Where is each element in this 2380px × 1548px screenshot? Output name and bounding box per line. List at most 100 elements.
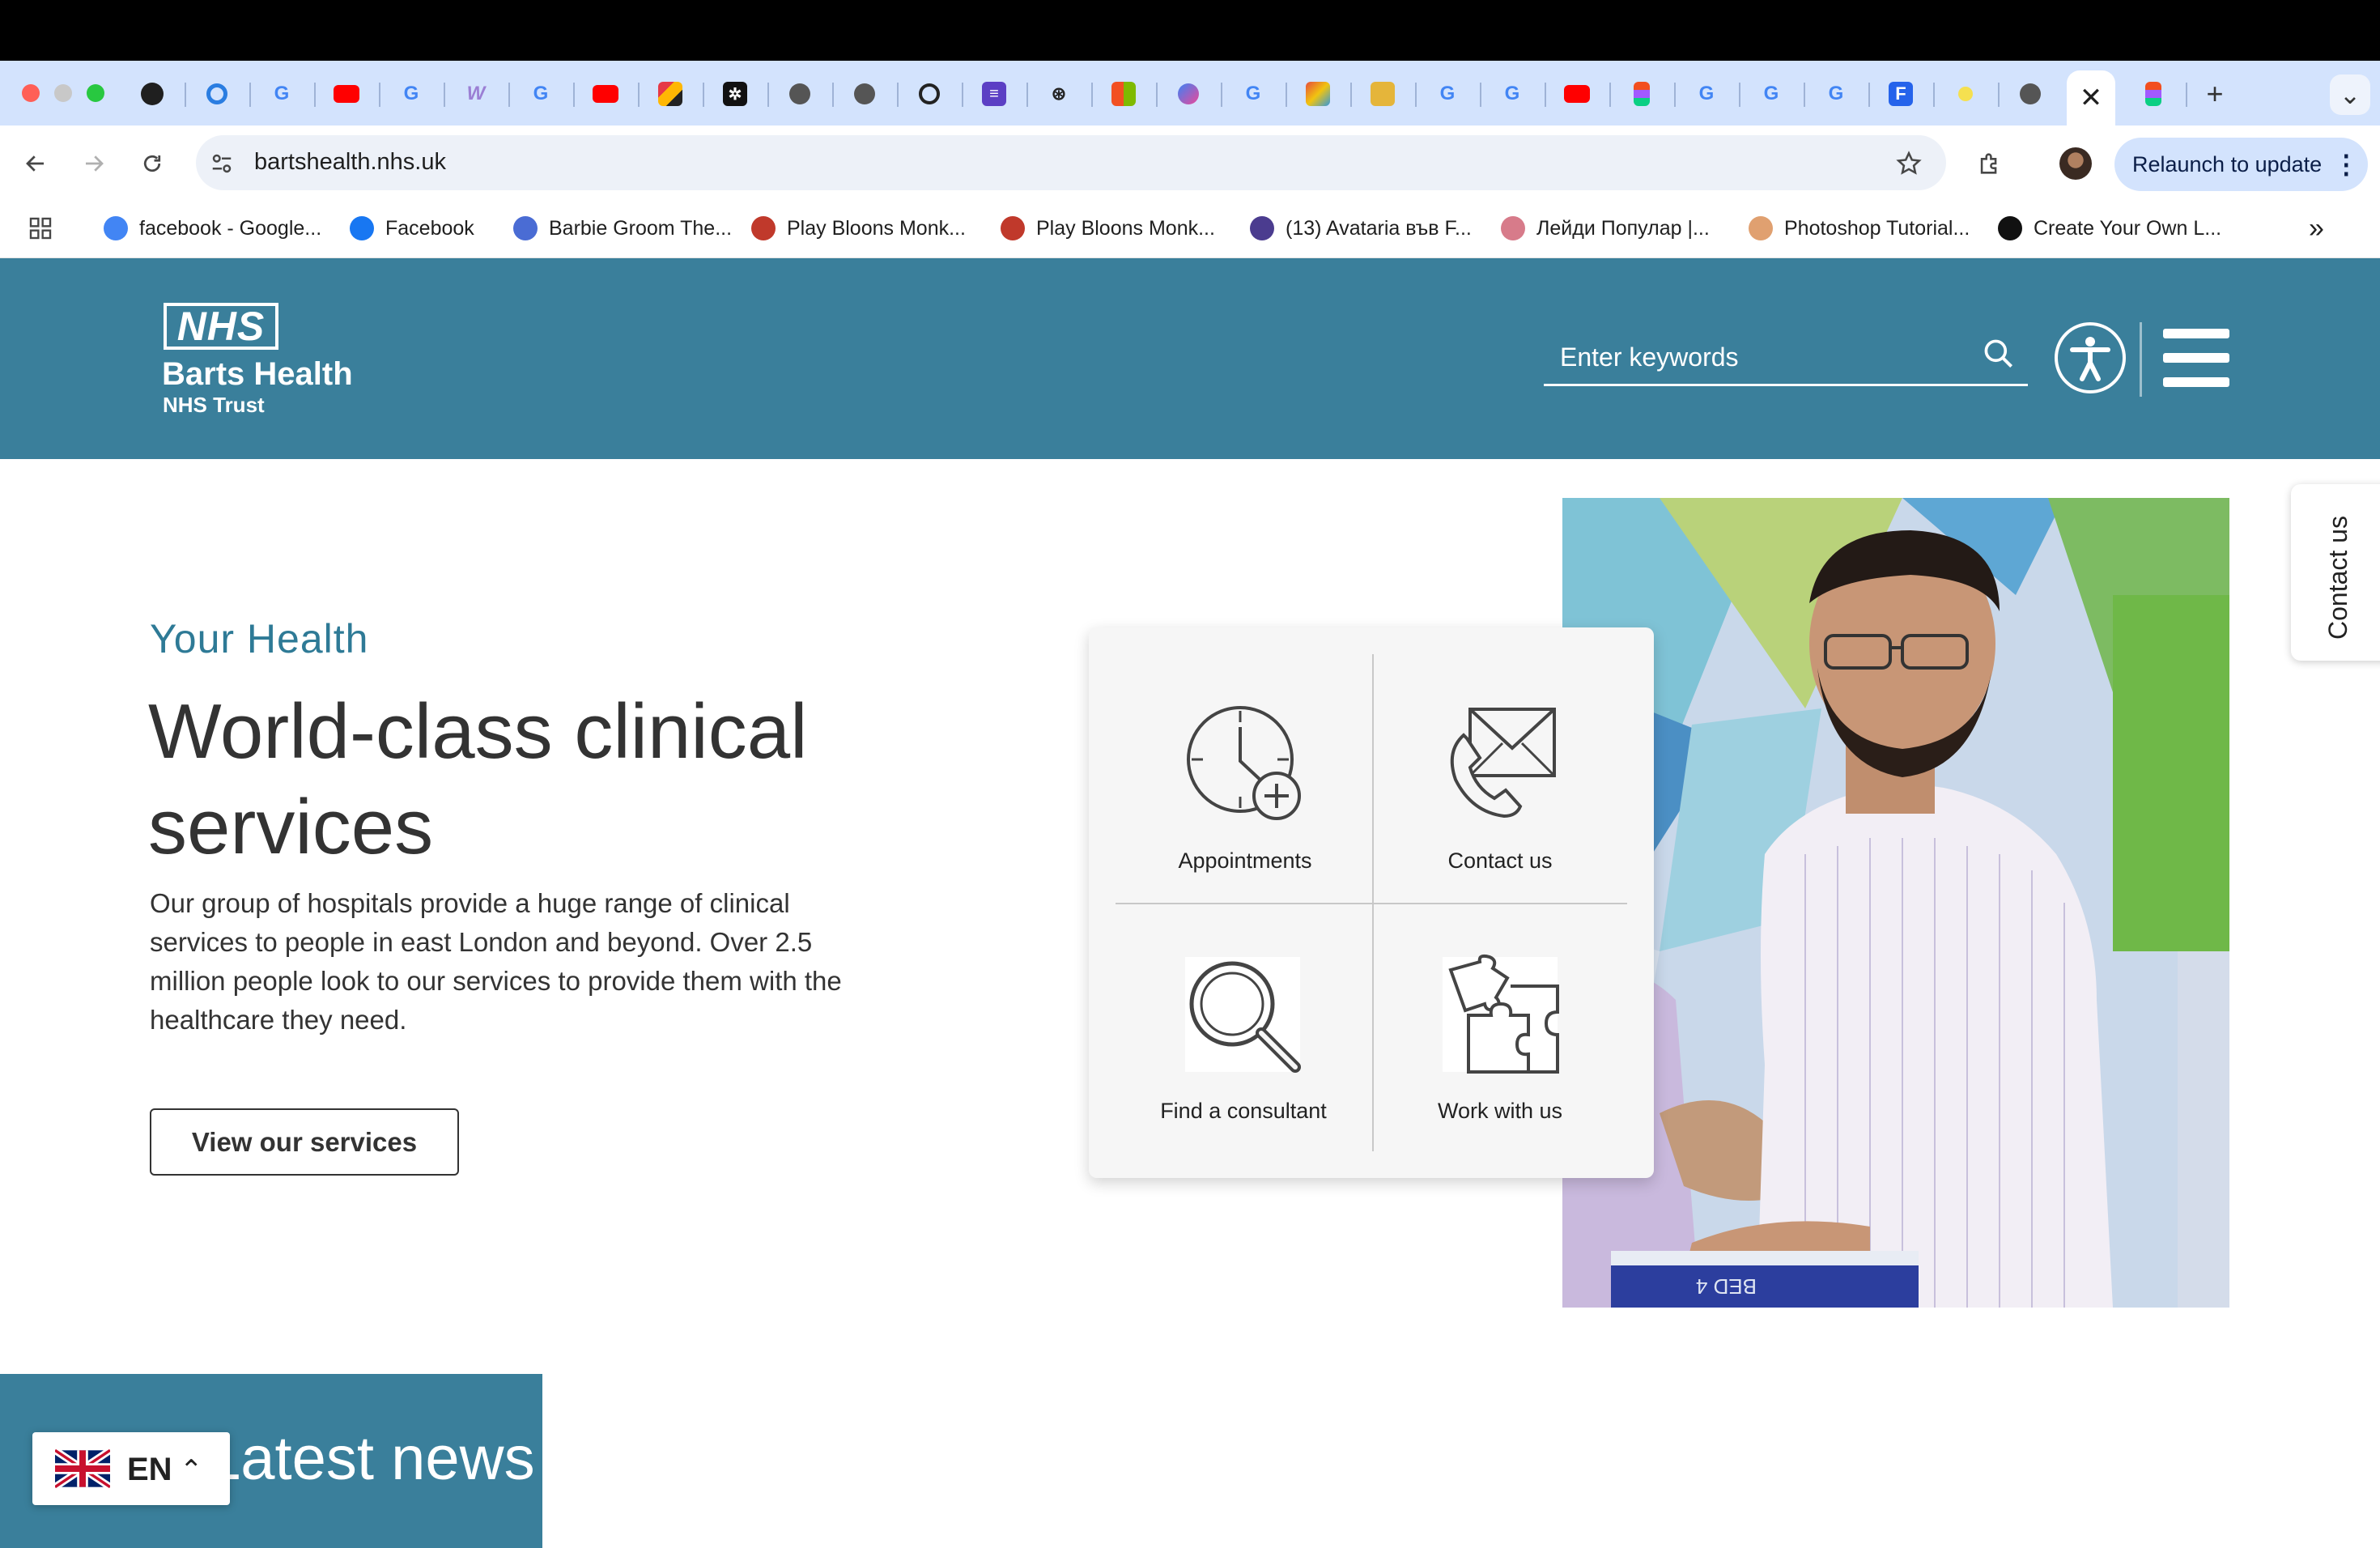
tab-globe[interactable] <box>848 78 881 110</box>
tab-separator <box>1480 83 1481 107</box>
bookmark-star-button[interactable] <box>1891 146 1927 181</box>
tab-cube[interactable] <box>1302 78 1334 110</box>
contact-us-side-tab-label[interactable]: Contact us <box>2323 516 2353 640</box>
tab-figma[interactable] <box>1626 78 1658 110</box>
bookmarks-overflow-button[interactable]: » <box>2309 213 2324 244</box>
address-text[interactable]: bartshealth.nhs.uk <box>254 149 446 176</box>
bookmark-item[interactable]: Лейди Популар |... <box>1501 214 1710 243</box>
header-divider <box>2140 322 2142 397</box>
close-window-button[interactable] <box>22 84 40 102</box>
tab-youtube[interactable] <box>1561 78 1593 110</box>
tab-microsoft[interactable] <box>1107 78 1140 110</box>
tab-youtube[interactable] <box>330 78 363 110</box>
puzzle-icon[interactable] <box>1439 954 1561 1075</box>
search-input[interactable] <box>1560 334 1965 380</box>
close-icon: ✕ <box>2079 83 2103 113</box>
zoom-window-button[interactable] <box>87 84 104 102</box>
tab-c[interactable] <box>201 78 233 110</box>
tab-google[interactable]: G <box>1431 78 1464 110</box>
tab-separator <box>767 83 769 107</box>
bookmark-item[interactable]: Create Your Own L... <box>1998 214 2221 243</box>
tab-google[interactable]: G <box>266 78 298 110</box>
bookmark-label: Лейди Популар |... <box>1536 216 1710 240</box>
tab-google[interactable]: G <box>1755 78 1787 110</box>
address-bar[interactable] <box>196 135 1946 190</box>
quick-link-work-with-us[interactable]: Work with us <box>1379 1099 1621 1124</box>
bookmark-item[interactable]: Play Bloons Monk... <box>1001 214 1215 243</box>
copilot-icon <box>1178 83 1199 104</box>
view-services-button[interactable]: View our services <box>150 1108 459 1176</box>
tab-google[interactable]: G <box>1237 78 1269 110</box>
tab-search-button[interactable]: ⌄ <box>2330 74 2370 115</box>
quick-link-find-consultant[interactable]: Find a consultant <box>1122 1099 1365 1124</box>
tab-globe[interactable] <box>784 78 816 110</box>
tab-globe[interactable] <box>2014 78 2046 110</box>
tab-figma[interactable] <box>2137 78 2170 110</box>
bookmark-item[interactable]: facebook - Google... <box>104 214 321 243</box>
tab-google[interactable]: G <box>1496 78 1528 110</box>
bookmark-item[interactable]: (13) Avataria във F... <box>1250 214 1472 243</box>
quick-link-appointments[interactable]: Appointments <box>1124 848 1366 874</box>
active-tab-close-button[interactable]: ✕ <box>2067 70 2115 125</box>
tab-openai[interactable] <box>913 78 946 110</box>
nhs-logo[interactable]: NHS <box>164 303 278 350</box>
doctor-photo-illustration: BED 4 <box>1562 498 2229 1308</box>
tab-google[interactable]: G <box>1690 78 1723 110</box>
relaunch-button[interactable]: Relaunch to update ⋮ <box>2114 138 2368 191</box>
tab-separator <box>1933 83 1935 107</box>
hamburger-line <box>2163 353 2229 363</box>
tab-dark-app[interactable]: ✲ <box>719 78 751 110</box>
tab-google[interactable]: G <box>395 78 427 110</box>
github-icon <box>141 83 164 105</box>
tab-separator <box>1221 83 1222 107</box>
quick-link-contact-us[interactable]: Contact us <box>1379 848 1621 874</box>
profile-avatar[interactable] <box>2058 146 2093 181</box>
tab-separator <box>1804 83 1805 107</box>
new-tab-button[interactable]: + <box>2199 77 2231 110</box>
tab-list[interactable]: ≡ <box>978 78 1010 110</box>
logo-org-name[interactable]: Barts Health <box>162 356 353 393</box>
tab-colorful[interactable] <box>654 78 686 110</box>
tab-google[interactable]: G <box>1820 78 1852 110</box>
forward-button[interactable] <box>76 146 112 181</box>
magnifier-icon[interactable] <box>1182 954 1303 1075</box>
phone-envelope-icon[interactable] <box>1439 703 1561 824</box>
arrow-left-icon <box>26 155 44 172</box>
minimize-window-button[interactable] <box>54 84 72 102</box>
avataria-icon <box>1250 216 1274 240</box>
site-info-button[interactable] <box>204 146 240 181</box>
uk-flag-icon <box>55 1448 110 1489</box>
bookmark-label: Play Bloons Monk... <box>787 216 966 240</box>
bookmark-item[interactable]: Photoshop Tutorial... <box>1749 214 1970 243</box>
tab-w[interactable]: W <box>460 78 492 110</box>
extensions-button[interactable] <box>1972 146 2008 181</box>
tab-circle[interactable]: ⊛ <box>1043 78 1075 110</box>
logo-trust-name[interactable]: NHS Trust <box>163 393 265 418</box>
tab-youtube[interactable] <box>589 78 622 110</box>
plus-icon: + <box>2206 77 2224 110</box>
google-icon: G <box>403 83 419 104</box>
bookmark-item[interactable]: Facebook <box>350 214 474 243</box>
clock-plus-icon[interactable] <box>1184 703 1305 824</box>
google-icon: G <box>1504 83 1520 104</box>
tab-scholar[interactable] <box>1366 78 1399 110</box>
tab-google[interactable]: G <box>525 78 557 110</box>
accessibility-button[interactable] <box>2055 322 2126 393</box>
browser-window: G G W G ✲ ≡ ⊛ G G G G G G F ✕ + ⌄ bartsh… <box>0 0 2380 1548</box>
avatar <box>2059 147 2092 180</box>
apps-button[interactable] <box>28 214 53 243</box>
tab-github[interactable] <box>136 78 168 110</box>
openai-icon <box>919 83 940 104</box>
bloons-icon <box>1001 216 1025 240</box>
bookmark-item[interactable]: Play Bloons Monk... <box>751 214 966 243</box>
back-button[interactable] <box>18 146 53 181</box>
reload-button[interactable] <box>134 146 170 181</box>
card-divider-horizontal <box>1116 903 1627 904</box>
search-icon[interactable] <box>1981 336 2017 372</box>
bookmark-item[interactable]: Barbie Groom The... <box>513 214 732 243</box>
tab-copilot[interactable] <box>1172 78 1205 110</box>
tab-forms[interactable]: F <box>1885 78 1917 110</box>
bookmark-label: (13) Avataria във F... <box>1286 216 1472 240</box>
tab-star[interactable] <box>1949 78 1982 110</box>
menu-button[interactable] <box>2163 329 2229 387</box>
